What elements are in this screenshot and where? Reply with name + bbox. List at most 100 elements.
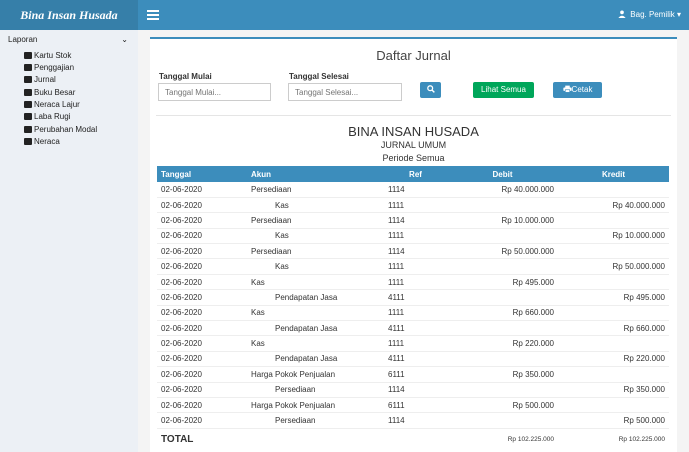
cell-account: Kas xyxy=(247,197,384,214)
table-row: 02-06-2020 Kas 1111 Rp 50.000.000 xyxy=(157,258,669,275)
table-row: 02-06-2020 Kas 1111 Rp 40.000.000 xyxy=(157,197,669,214)
cell-debit xyxy=(447,351,558,368)
book-icon xyxy=(24,101,32,108)
cell-ref: 4111 xyxy=(384,351,447,368)
cell-account: Pendapatan Jasa xyxy=(247,351,384,368)
col-header-ref[interactable]: Ref xyxy=(384,166,447,182)
sidebar-item-laba-rugi[interactable]: Laba Rugi xyxy=(24,111,70,122)
table-header-row: Tanggal Akun Ref Debit Kredit xyxy=(157,166,669,182)
cell-date: 02-06-2020 xyxy=(157,228,247,245)
menu-toggle-icon[interactable] xyxy=(147,10,159,20)
col-header-account[interactable]: Akun xyxy=(247,166,384,182)
table-row: 02-06-2020 Kas 1111 Rp 495.000 xyxy=(157,274,669,291)
table-row: 02-06-2020 Persediaan 1114 Rp 350.000 xyxy=(157,382,669,398)
cell-ref: 1114 xyxy=(384,412,447,429)
sidebar-item-neraca[interactable]: Neraca xyxy=(24,136,60,147)
cell-debit: Rp 660.000 xyxy=(447,305,558,322)
book-icon xyxy=(24,52,32,59)
cell-credit: Rp 10.000.000 xyxy=(558,228,669,245)
sidebar-item-penggajian[interactable]: Penggajian xyxy=(24,62,74,73)
cell-credit: Rp 350.000 xyxy=(558,382,669,398)
user-icon xyxy=(618,10,626,18)
end-date-input[interactable] xyxy=(288,83,402,101)
sidebar-section-label: Laporan xyxy=(8,35,38,44)
sidebar-item-jurnal[interactable]: Jurnal xyxy=(24,74,56,85)
sidebar-item-label: Penggajian xyxy=(34,63,75,72)
cell-account: Kas xyxy=(247,335,384,352)
cell-ref: 1111 xyxy=(384,228,447,245)
cell-account: Kas xyxy=(247,305,384,322)
cell-debit: Rp 350.000 xyxy=(447,366,558,383)
total-credit: Rp 102.225.000 xyxy=(618,435,665,443)
cell-debit xyxy=(447,228,558,245)
top-navbar: Bina Insan Husada Bag. Pemilik ▾ xyxy=(0,0,689,30)
cell-date: 02-06-2020 xyxy=(157,351,247,368)
user-name: Bag. Pemilik xyxy=(630,10,675,19)
print-label: Cetak xyxy=(571,85,593,94)
cell-ref: 1111 xyxy=(384,335,447,352)
cell-date: 02-06-2020 xyxy=(157,320,247,337)
table-row: 02-06-2020 Kas 1111 Rp 10.000.000 xyxy=(157,228,669,245)
divider xyxy=(156,115,671,116)
cell-ref: 1111 xyxy=(384,305,447,322)
end-date-label: Tanggal Selesai xyxy=(289,72,349,81)
cell-debit: Rp 500.000 xyxy=(447,397,558,414)
cell-ref: 1111 xyxy=(384,274,447,291)
sidebar-item-kartu-stok[interactable]: Kartu Stok xyxy=(24,50,71,61)
sidebar-item-label: Kartu Stok xyxy=(34,51,72,60)
total-label: TOTAL xyxy=(161,433,194,445)
cell-credit xyxy=(558,274,669,291)
cell-ref: 6111 xyxy=(384,366,447,383)
cell-account: Pendapatan Jasa xyxy=(247,289,384,306)
cell-account: Persediaan xyxy=(247,412,384,429)
cell-date: 02-06-2020 xyxy=(157,243,247,260)
cell-date: 02-06-2020 xyxy=(157,289,247,306)
print-button[interactable]: Cetak xyxy=(553,82,602,98)
search-button[interactable] xyxy=(420,82,441,98)
table-row: 02-06-2020 Pendapatan Jasa 4111 Rp 660.000 xyxy=(157,320,669,337)
cell-credit: Rp 40.000.000 xyxy=(558,197,669,214)
sidebar-item-label: Neraca Lajur xyxy=(34,100,80,109)
cell-account: Kas xyxy=(247,274,384,291)
search-icon xyxy=(426,85,435,93)
cell-credit: Rp 220.000 xyxy=(558,351,669,368)
cell-credit: Rp 500.000 xyxy=(558,412,669,429)
cell-date: 02-06-2020 xyxy=(157,197,247,214)
sidebar-section-laporan[interactable]: Laporan ⌄ xyxy=(8,35,130,47)
cell-account: Kas xyxy=(247,228,384,245)
col-header-date[interactable]: Tanggal xyxy=(157,166,247,182)
cell-credit: Rp 50.000.000 xyxy=(558,258,669,275)
book-icon xyxy=(24,113,32,120)
chevron-down-icon: ⌄ xyxy=(121,35,128,44)
cell-ref: 6111 xyxy=(384,397,447,414)
cell-credit: Rp 495.000 xyxy=(558,289,669,306)
sidebar-item-perubahan-modal[interactable]: Perubahan Modal xyxy=(24,124,97,135)
brand-logo[interactable]: Bina Insan Husada xyxy=(0,0,138,30)
cell-account: Pendapatan Jasa xyxy=(247,320,384,337)
sidebar-item-buku-besar[interactable]: Buku Besar xyxy=(24,87,75,98)
cell-debit xyxy=(447,412,558,429)
table-row: 02-06-2020 Kas 1111 Rp 660.000 xyxy=(157,305,669,322)
cell-date: 02-06-2020 xyxy=(157,382,247,398)
cell-account: Kas xyxy=(247,258,384,275)
cell-date: 02-06-2020 xyxy=(157,335,247,352)
cell-date: 02-06-2020 xyxy=(157,397,247,414)
cell-debit: Rp 40.000.000 xyxy=(447,182,558,198)
cell-ref: 1111 xyxy=(384,197,447,214)
journal-table: Tanggal Akun Ref Debit Kredit 02-06-2020… xyxy=(157,166,669,449)
sidebar-item-neraca-lajur[interactable]: Neraca Lajur xyxy=(24,99,80,110)
col-header-debit[interactable]: Debit xyxy=(447,166,558,182)
sidebar-item-label: Neraca xyxy=(34,137,60,146)
user-menu[interactable]: Bag. Pemilik ▾ xyxy=(618,0,681,30)
report-period: Periode Semua xyxy=(382,153,445,163)
book-icon xyxy=(24,76,32,83)
start-date-label: Tanggal Mulai xyxy=(159,72,212,81)
cell-credit xyxy=(558,212,669,229)
cell-credit xyxy=(558,335,669,352)
sidebar-item-label: Laba Rugi xyxy=(34,112,71,121)
start-date-input[interactable] xyxy=(158,83,271,101)
sidebar-item-label: Perubahan Modal xyxy=(34,125,98,134)
col-header-credit[interactable]: Kredit xyxy=(558,166,669,182)
cell-account: Persediaan xyxy=(247,182,384,198)
show-all-button[interactable]: Lihat Semua xyxy=(473,82,534,98)
